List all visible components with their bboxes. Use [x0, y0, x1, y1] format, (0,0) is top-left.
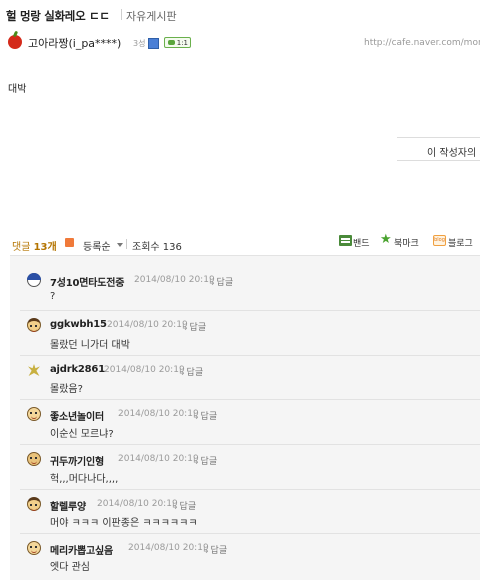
comment-author[interactable]: 귀두까기인형 — [50, 453, 104, 468]
reply-button[interactable]: 답글 — [171, 499, 197, 512]
view-count: 조회수 136 — [132, 238, 182, 253]
title-divider — [121, 9, 122, 20]
post-header: 헐 멍랑 실화레오 ㄷㄷ 자유게시판 — [0, 0, 480, 30]
post-body: 대박 — [8, 84, 27, 95]
comments-count-value: 13개 — [33, 242, 57, 253]
comment-text: ? — [50, 291, 56, 302]
share-band-button[interactable]: 밴드 — [353, 236, 370, 249]
comment-text: 이순신 모르냐? — [50, 429, 114, 440]
comment-date: 2014/08/10 20:19 — [104, 365, 185, 375]
level-badge-icon — [148, 38, 159, 49]
comment-author[interactable]: 7성10면타도전중 — [50, 274, 124, 289]
post-url-link[interactable]: http://cafe.naver.com/mon — [364, 38, 480, 48]
comment-author[interactable]: 메리카뽑고싶음 — [50, 542, 113, 557]
author-level: 3성 — [133, 39, 146, 48]
comment-author[interactable]: 좋소년놀이터 — [50, 408, 104, 423]
share-bookmark-button[interactable]: 북마크 — [394, 236, 419, 249]
comment-text: 몰랐던 니가더 대박 — [50, 340, 130, 351]
comment-text: 머야 ㅋㅋㅋ 이판종은 ㅋㅋㅋㅋㅋㅋ — [50, 518, 198, 529]
face-avatar-icon — [27, 497, 41, 511]
comment-date: 2014/08/10 20:19 — [128, 543, 209, 553]
comment-divider — [20, 355, 480, 356]
comment-date: 2014/08/10 20:19 — [134, 275, 215, 285]
chat-button[interactable]: 1:1 — [164, 37, 191, 48]
post-title: 헐 멍랑 실화레오 ㄷㄷ — [6, 9, 110, 23]
blog-icon[interactable]: blog — [433, 235, 446, 246]
views-label: 조회수 — [132, 242, 160, 253]
face-avatar-icon — [27, 318, 41, 332]
board-name-link[interactable]: 자유게시판 — [126, 8, 177, 24]
star-icon[interactable]: ★ — [380, 233, 392, 246]
reply-button[interactable]: 답글 — [202, 543, 228, 556]
comments-label: 댓글 — [12, 242, 31, 253]
comment-author[interactable]: ggkwbh15 — [50, 319, 107, 330]
reply-button[interactable]: 답글 — [192, 454, 218, 467]
comment-register-icon[interactable] — [65, 238, 74, 247]
comment-author[interactable]: 할렐루양 — [50, 498, 86, 513]
face-avatar-icon — [27, 407, 41, 421]
spike-avatar-icon — [27, 363, 41, 377]
reply-button[interactable]: 답글 — [192, 409, 218, 422]
cap-avatar-icon — [27, 273, 41, 287]
author-posts-button[interactable]: 이 작성자의 게 — [397, 137, 480, 161]
face-avatar-icon — [27, 541, 41, 555]
face-avatar-icon — [27, 452, 41, 466]
comments-count[interactable]: 댓글 13개 — [12, 238, 57, 253]
comment-divider — [20, 399, 480, 400]
comment-text: 몰랐음? — [50, 384, 83, 395]
comment-divider — [20, 489, 480, 490]
comment-text: 헉,,,머다나다,,,, — [50, 474, 119, 485]
band-icon[interactable] — [339, 235, 352, 246]
comment-divider — [20, 533, 480, 534]
comment-text: 엣다 관심 — [50, 562, 90, 573]
reply-button[interactable]: 답글 — [208, 275, 234, 288]
share-blog-button[interactable]: 블로그 — [448, 236, 473, 249]
apple-avatar-icon — [8, 35, 22, 49]
author-name-link[interactable]: 고아라짱(i_pa****) — [28, 35, 121, 51]
comment-divider — [20, 444, 480, 445]
comment-author[interactable]: ajdrk2861 — [50, 364, 105, 375]
chevron-down-icon[interactable] — [117, 243, 123, 247]
comment-date: 2014/08/10 20:19 — [118, 409, 199, 419]
meta-divider — [126, 239, 127, 249]
sort-dropdown[interactable]: 등록순 — [83, 238, 111, 253]
comment-date: 2014/08/10 20:19 — [107, 320, 188, 330]
comment-date: 2014/08/10 20:19 — [118, 454, 199, 464]
comment-divider — [20, 310, 480, 311]
comment-date: 2014/08/10 20:19 — [97, 499, 178, 509]
reply-button[interactable]: 답글 — [181, 320, 207, 333]
reply-button[interactable]: 답글 — [178, 365, 204, 378]
views-count-value: 136 — [162, 242, 182, 253]
